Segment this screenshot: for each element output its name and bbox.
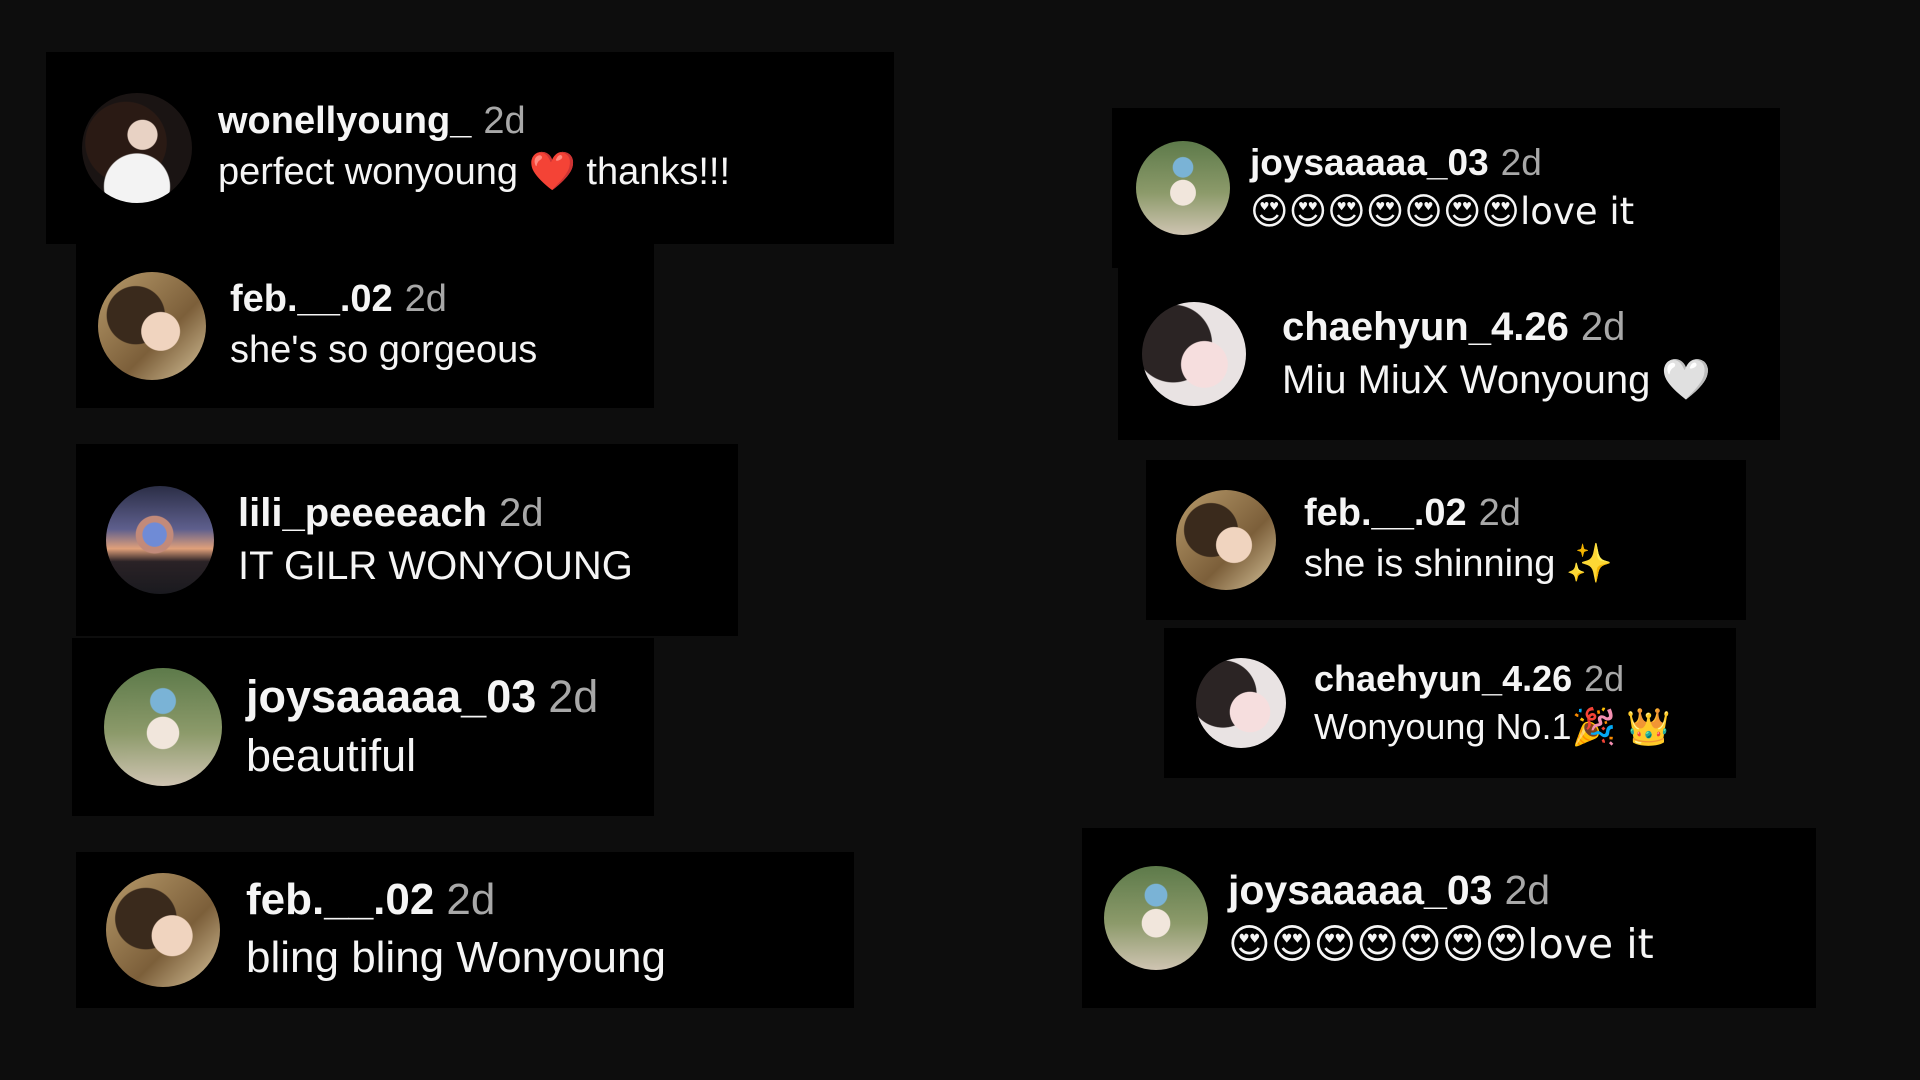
comment-text: beautiful xyxy=(246,729,417,781)
comment-text: bling bling Wonyoung xyxy=(246,932,666,982)
comment-text: Wonyoung No.1🎉 👑 xyxy=(1314,706,1672,748)
comment-card: chaehyun_4.26 2d Wonyoung No.1🎉 👑 xyxy=(1164,628,1736,778)
comment-username[interactable]: joysaaaaa_03 xyxy=(1250,142,1489,183)
comment-username[interactable]: joysaaaaa_03 xyxy=(246,671,536,722)
comment-card: feb.__.02 2d bling bling Wonyoung xyxy=(76,852,854,1008)
avatar[interactable] xyxy=(104,668,222,786)
comment-username[interactable]: feb.__.02 xyxy=(1304,492,1467,534)
comment-text: 😍😍😍😍😍😍😍love it xyxy=(1250,190,1635,234)
comment-timestamp: 2d xyxy=(446,875,496,925)
avatar[interactable] xyxy=(82,93,192,203)
comment-card: joysaaaaa_03 2d 😍😍😍😍😍😍😍love it xyxy=(1082,828,1816,1008)
comment-card: joysaaaaa_03 2d beautiful xyxy=(72,638,654,816)
comment-timestamp: 2d xyxy=(1584,657,1625,699)
comment-card: lili_peeeeach 2d IT GILR WONYOUNG xyxy=(76,444,738,636)
avatar[interactable] xyxy=(1142,302,1246,406)
comment-timestamp: 2d xyxy=(1504,866,1551,913)
comment-text: Miu MiuX Wonyoung 🤍 xyxy=(1282,358,1712,402)
comment-timestamp: 2d xyxy=(499,491,544,535)
comment-card: feb.__.02 2d she's so gorgeous xyxy=(76,244,654,408)
comment-card: chaehyun_4.26 2d Miu MiuX Wonyoung 🤍 xyxy=(1118,268,1780,440)
comment-text: she's so gorgeous xyxy=(230,329,538,372)
comment-text: she is shinning ✨ xyxy=(1304,543,1614,586)
comment-username[interactable]: joysaaaaa_03 xyxy=(1228,867,1492,913)
avatar[interactable] xyxy=(1196,658,1286,748)
comment-text: perfect wonyoung ❤️ thanks!!! xyxy=(218,151,731,194)
comment-timestamp: 2d xyxy=(1580,305,1626,349)
comment-timestamp: 2d xyxy=(548,671,599,723)
comment-timestamp: 2d xyxy=(404,278,447,321)
comment-card: joysaaaaa_03 2d 😍😍😍😍😍😍😍love it xyxy=(1112,108,1780,268)
comment-timestamp: 2d xyxy=(1478,492,1521,535)
comment-username[interactable]: lili_peeeeach xyxy=(238,491,487,535)
comment-username[interactable]: chaehyun_4.26 xyxy=(1314,658,1572,699)
avatar[interactable] xyxy=(1136,141,1230,235)
comment-timestamp: 2d xyxy=(1500,141,1542,183)
comment-card: feb.__.02 2d she is shinning ✨ xyxy=(1146,460,1746,620)
comment-card: wonellyoung_ 2d perfect wonyoung ❤️ thank… xyxy=(46,52,894,244)
comment-username[interactable]: feb.__.02 xyxy=(246,875,434,924)
comment-text: IT GILR WONYOUNG xyxy=(238,544,633,588)
comment-timestamp: 2d xyxy=(483,100,526,143)
avatar[interactable] xyxy=(106,486,214,594)
avatar[interactable] xyxy=(106,873,220,987)
avatar[interactable] xyxy=(1104,866,1208,970)
comment-username[interactable]: chaehyun_4.26 xyxy=(1282,305,1569,349)
avatar[interactable] xyxy=(1176,490,1276,590)
comment-username[interactable]: wonellyoung_ xyxy=(218,100,471,142)
comment-text: 😍😍😍😍😍😍😍love it xyxy=(1228,919,1654,968)
comment-username[interactable]: feb.__.02 xyxy=(230,278,393,320)
avatar[interactable] xyxy=(98,272,206,380)
